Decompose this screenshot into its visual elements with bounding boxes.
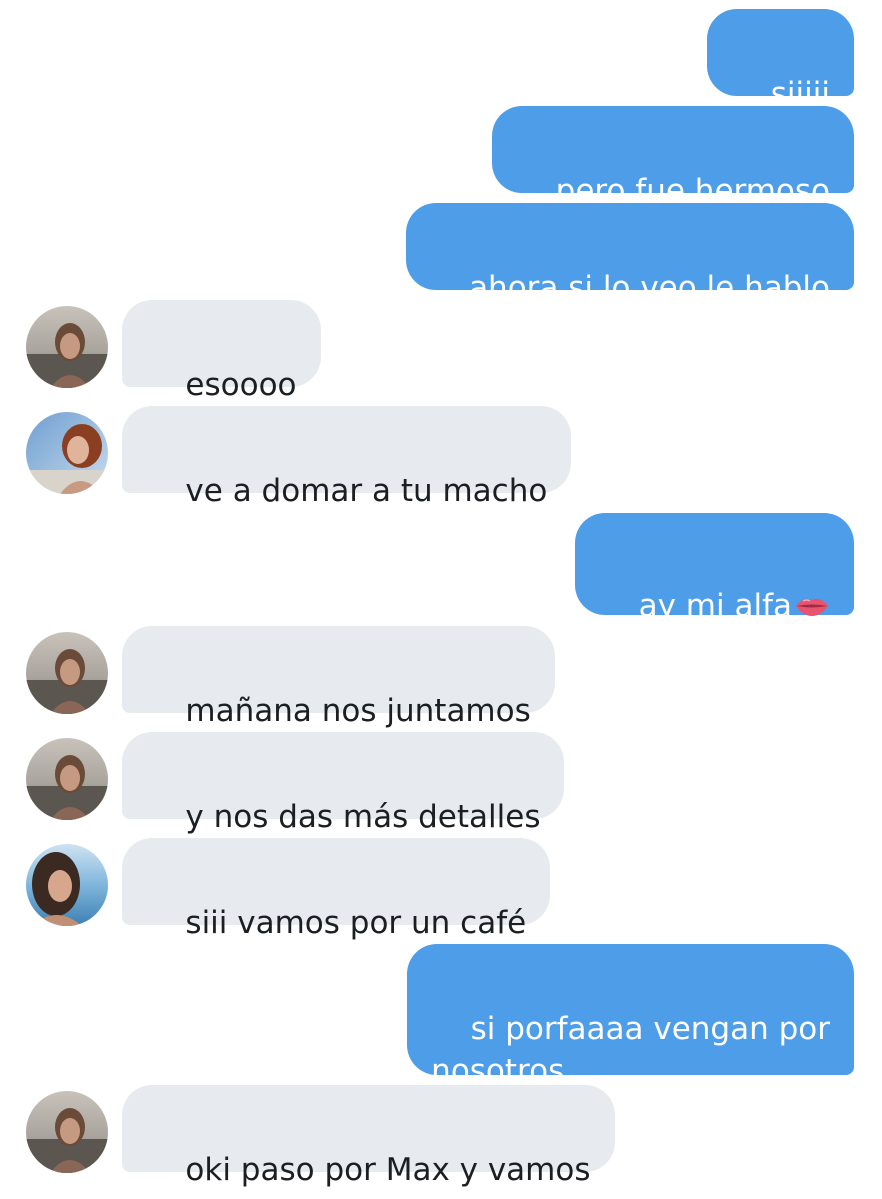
avatar[interactable] (26, 844, 108, 926)
avatar-beach-sunset-woman-icon (26, 632, 108, 714)
message-text: esoooo (185, 367, 297, 403)
message-text: oki paso por Max y vamos (185, 1152, 591, 1188)
avatar-dark-hair-woman-ocean-icon (26, 844, 108, 926)
message-text: si porfaaaa vengan por nosotros (431, 1011, 830, 1089)
message-text: ve a domar a tu macho (185, 473, 548, 509)
avatar[interactable] (26, 632, 108, 714)
avatar-beach-sunset-woman-icon (26, 738, 108, 820)
avatar[interactable] (26, 738, 108, 820)
message-text: y nos das más detalles (185, 799, 541, 835)
avatar[interactable] (26, 306, 108, 388)
outgoing-message[interactable]: siiiii (707, 9, 854, 112)
avatar-beach-sunset-woman-icon (26, 1091, 108, 1173)
avatar[interactable] (26, 1091, 108, 1173)
incoming-message[interactable]: ve a domar a tu macho (122, 406, 572, 509)
incoming-message[interactable]: mañana nos juntamos (122, 626, 555, 729)
outgoing-message[interactable]: si porfaaaa vengan por nosotros (407, 944, 854, 1089)
avatar-red-hair-woman-icon (26, 412, 108, 494)
lips-emoji-icon (794, 587, 830, 629)
outgoing-message[interactable]: ay mi alfa (575, 513, 854, 624)
avatar[interactable] (26, 412, 108, 494)
message-text: ahora si lo veo le hablo (469, 270, 830, 306)
incoming-message[interactable]: esoooo (122, 300, 321, 403)
message-text: mañana nos juntamos (185, 693, 531, 729)
incoming-message[interactable]: y nos das más detalles (122, 732, 565, 835)
outgoing-message[interactable]: ahora si lo veo le hablo (405, 203, 854, 306)
message-text: ay mi alfa (638, 588, 792, 624)
incoming-message[interactable]: oki paso por Max y vamos (122, 1085, 615, 1188)
avatar-beach-sunset-woman-icon (26, 306, 108, 388)
chat-thread: siiiii pero fue hermoso ahora si lo veo … (0, 0, 882, 1199)
outgoing-message[interactable]: pero fue hermoso (492, 106, 854, 209)
message-text: siii vamos por un café (185, 905, 527, 941)
incoming-message[interactable]: siii vamos por un café (122, 838, 551, 941)
